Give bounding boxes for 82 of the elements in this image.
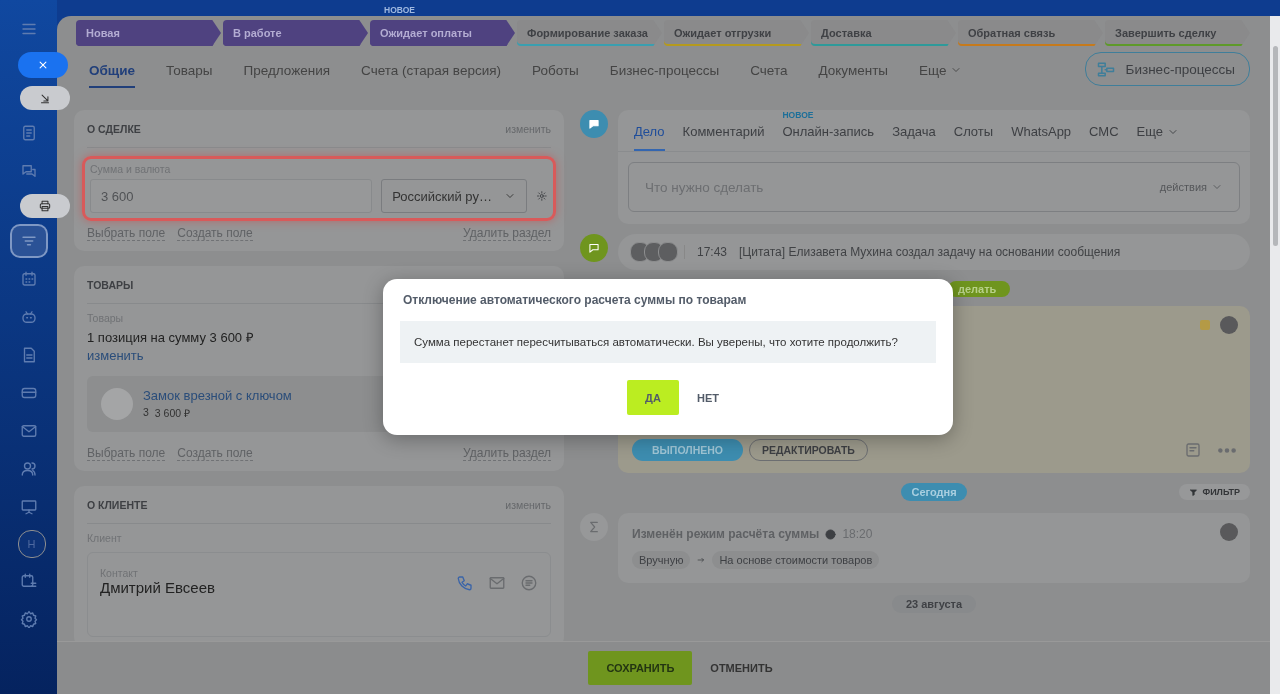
status-pill: делать [948,281,1011,297]
new-value-chip: На основе стоимости товаров [712,551,880,569]
stage-step[interactable]: Обратная связь [958,20,1103,46]
date-label: 23 августа [891,595,977,613]
cancel-button[interactable]: ОТМЕНИТЬ [704,661,779,675]
tab[interactable]: Роботы [532,50,579,88]
tab[interactable]: Общие [89,50,136,88]
save-button[interactable]: СОХРАНИТЬ [588,651,693,685]
mail-icon [19,422,38,440]
status-marker [1200,320,1210,330]
product-quantity: 3 [143,406,149,420]
presentation-icon [19,498,38,516]
tab[interactable]: Счета [750,50,788,88]
avatar [1220,523,1238,541]
user-avatar[interactable]: Н [17,530,46,558]
robot-icon [19,308,38,326]
settings-icon [19,610,38,628]
composer-tab[interactable]: WhatsApp [1011,124,1072,151]
more-tab[interactable]: Еще [919,50,963,88]
filter-button[interactable]: ФИЛЬТР [1179,484,1250,500]
actions-dropdown[interactable]: действия [1159,181,1223,193]
print-button[interactable] [20,194,70,218]
phone-icon [456,574,474,592]
tab[interactable]: Документы [818,50,888,88]
section-title: О КЛИЕНТЕ [87,499,148,511]
avatar [658,242,678,262]
chat-icon [19,162,38,180]
today-label: Сегодня [901,483,967,501]
entry-text: [Цитата] Елизавета Мухина создал задачу на основании сообщения [739,245,1121,259]
dialog-message: Сумма перестанет пересчитываться автоматически. Вы уверены, что хотите продолжить? [400,321,936,363]
products-summary: 1 позиция на сумму 3 600 ₽ [87,329,254,346]
composer-tab[interactable]: Дело [634,124,665,151]
tab[interactable]: Предложения [243,50,331,88]
calendar-icon [19,270,38,288]
cancel-button[interactable]: НЕТ [691,380,725,415]
dialog-title: Отключение автоматического расчета суммы по товарам [402,293,748,307]
avatar [1220,316,1238,334]
more-icon [1218,447,1236,453]
business-process-button[interactable]: Бизнес-процессы [1084,52,1250,86]
stage-step[interactable]: Завершить сделку [1105,20,1250,46]
tab[interactable]: Бизнес-процессы [609,50,720,88]
stage-step[interactable]: В работе [223,20,368,46]
confirm-button[interactable]: ДА [627,380,679,415]
collapse-button[interactable] [20,86,70,110]
entry-time: 17:43 [697,245,728,259]
chat-glyph-icon [587,117,601,131]
section-title: О СДЕЛКЕ [87,123,141,135]
product-price: 3 600 ₽ [154,406,191,420]
calendar-list-icon [19,572,38,590]
contact-name: Дмитрий Евсеев [100,579,215,596]
note-icon [1184,441,1202,459]
change-link[interactable]: изменить [87,348,144,363]
users-icon [19,460,38,478]
composer-tab[interactable]: Задача [892,124,936,151]
tab[interactable]: Счета (старая версия) [361,50,501,88]
process-icon [1095,59,1116,79]
composer-tab[interactable]: Комментарий [682,124,765,151]
chat-glyph-icon [587,241,601,255]
funnel-icon [1189,487,1199,497]
sidebar-item[interactable] [11,226,46,256]
section-title: ТОВАРЫ [87,279,134,291]
product-link[interactable]: Замок врезной с ключом [143,388,292,403]
printer-icon [38,199,52,213]
photo-placeholder [101,388,133,420]
old-value-chip: Вручную [632,551,691,569]
mail-icon [488,574,506,592]
tab[interactable]: Товары [166,50,213,88]
stage-step[interactable]: Доставка [811,20,956,46]
composer-tab[interactable]: СМС [1089,124,1119,151]
new-label: НОВОЕ [384,5,415,15]
gear-icon [536,190,548,202]
stage-step[interactable]: Ожидает оплаты [370,20,515,46]
composer-tab[interactable]: Слоты [953,124,994,151]
done-button[interactable]: ВЫПОЛНЕНО [632,439,744,461]
stage-step[interactable]: Формирование заказа [517,20,662,46]
composer-tab[interactable]: Еще [1136,124,1180,151]
stage-step[interactable]: Ожидает отгрузки [664,20,809,46]
message-icon [520,574,538,592]
new-label: НОВОЕ [782,110,814,120]
close-button[interactable] [18,52,68,78]
stage-step[interactable]: Новая [76,20,221,46]
arrow-right-icon [696,555,707,565]
